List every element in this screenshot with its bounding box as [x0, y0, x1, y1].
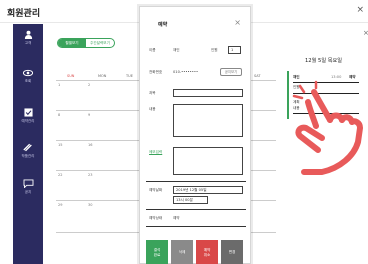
- chat-icon: [23, 179, 33, 188]
- cancel-reservation-button[interactable]: 예약 취소: [196, 240, 218, 264]
- change-button[interactable]: 변경: [221, 240, 243, 264]
- sidebar-item-reservations[interactable]: 예약관리: [13, 108, 43, 124]
- phone-notice-button[interactable]: 공지보기: [220, 68, 242, 76]
- toggle-monthly[interactable]: 월별보기: [58, 39, 86, 47]
- selected-date: 12월 5일 목요일: [305, 58, 343, 64]
- name-value: 재인: [173, 48, 180, 52]
- modal-title: 예약: [158, 22, 168, 28]
- phone-label: 전화번호: [149, 70, 163, 74]
- calendar-day[interactable]: 9: [88, 113, 90, 117]
- course-field[interactable]: [173, 89, 243, 97]
- date-field[interactable]: 2019년 12월 05일: [173, 186, 243, 194]
- reservation-modal: 예약 × 이름 재인 인원 1 전화번호 010-•••••••• 공지보기 과…: [139, 6, 251, 264]
- sidebar-item-notice[interactable]: 공지: [13, 179, 43, 195]
- window-close-button[interactable]: ×: [356, 5, 364, 15]
- weekday-header: MON: [98, 74, 107, 78]
- sidebar-item-label: 조회: [24, 79, 32, 83]
- sidebar-item-label: 작품관리: [21, 154, 35, 158]
- sidebar: 고객 조회 예약관리 작품관리 공지: [13, 24, 43, 264]
- phone-value: 010-••••••••: [173, 70, 199, 74]
- sidebar-item-label: 공지: [24, 190, 32, 194]
- divider: [146, 209, 246, 210]
- delete-button[interactable]: 삭제: [171, 240, 193, 264]
- weekday-header: SAT: [254, 74, 261, 78]
- calendar-day[interactable]: 22: [58, 173, 62, 177]
- sidebar-item-works[interactable]: 작품관리: [13, 143, 43, 159]
- sidebar-item-customers[interactable]: 고객: [13, 30, 43, 46]
- calendar-day[interactable]: 16: [88, 143, 92, 147]
- pencil-icon: [23, 143, 32, 152]
- user-icon: [24, 30, 32, 39]
- panel-close-icon[interactable]: ×: [363, 29, 368, 37]
- view-toggle[interactable]: 월별보기 주간달력보기: [57, 38, 115, 48]
- people-label: 인원: [211, 48, 218, 52]
- app-title: 회원관리: [7, 9, 41, 19]
- checkbox-icon: [23, 108, 33, 117]
- content-label: 내용: [149, 107, 156, 111]
- course-label: 과목: [149, 91, 156, 95]
- app-window: 회원관리 × 고객 조회 예약관리 작품관리 공지 월별보기 주간달력보기 SU…: [0, 0, 368, 264]
- calendar-day[interactable]: 30: [88, 203, 92, 207]
- calendar-day[interactable]: 8: [58, 113, 60, 117]
- memo-textarea[interactable]: [173, 147, 243, 175]
- sidebar-item-label: 고객: [24, 41, 32, 45]
- date-label: 예약날짜: [149, 188, 163, 192]
- memo-input-link[interactable]: 메모입력: [149, 150, 162, 155]
- weekday-header: SUN: [67, 74, 75, 78]
- calendar-day[interactable]: 1: [58, 83, 60, 87]
- eye-icon: [23, 69, 33, 77]
- calendar-day[interactable]: 15: [58, 143, 62, 147]
- divider: [146, 181, 246, 182]
- calendar-day[interactable]: 2: [88, 83, 90, 87]
- people-field[interactable]: 1: [228, 46, 241, 54]
- divider: [146, 226, 246, 227]
- toggle-weekly[interactable]: 주간달력보기: [86, 39, 114, 47]
- status-label: 예약상태: [149, 216, 163, 220]
- time-field[interactable]: 13시 00분: [173, 196, 208, 204]
- content-textarea[interactable]: [173, 104, 243, 137]
- reservation-time: 13:00: [331, 75, 342, 79]
- calendar-day[interactable]: 23: [88, 173, 92, 177]
- pointing-hand-icon: [292, 80, 363, 175]
- accent-bar: [287, 71, 289, 119]
- name-label: 이름: [149, 48, 156, 52]
- sidebar-item-view[interactable]: 조회: [13, 69, 43, 84]
- sidebar-item-label: 예약관리: [21, 119, 35, 123]
- complete-button[interactable]: 결석 완료: [146, 240, 168, 264]
- close-icon[interactable]: ×: [234, 18, 241, 27]
- status-value: 예약: [173, 216, 180, 220]
- calendar-day[interactable]: 29: [58, 203, 62, 207]
- weekday-header: TUE: [126, 74, 133, 78]
